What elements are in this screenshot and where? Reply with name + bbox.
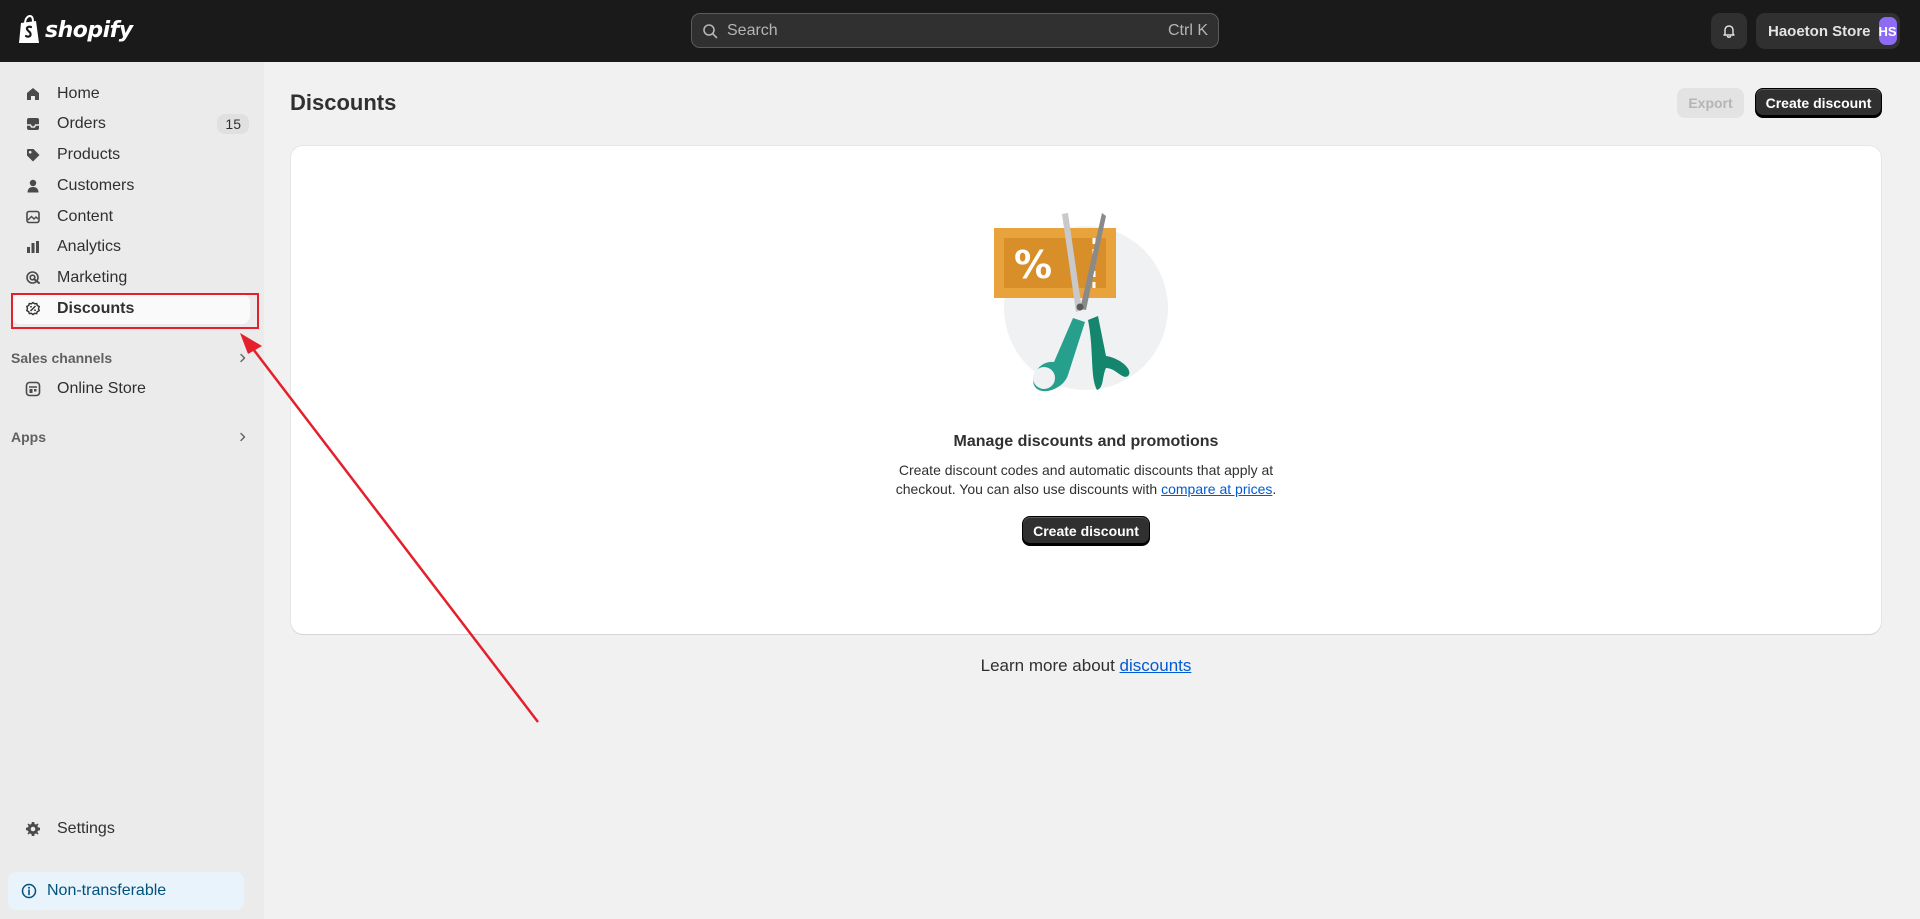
avatar: HS — [1878, 17, 1897, 45]
sidebar-item-label: Analytics — [57, 238, 122, 255]
store-menu-button[interactable]: Haoeton Store HS — [1756, 13, 1900, 49]
info-icon — [21, 883, 37, 899]
empty-state-description: Create discount codes and automatic disc… — [880, 461, 1292, 499]
sidebar-item-settings[interactable]: Settings — [12, 814, 252, 844]
target-icon — [24, 269, 42, 287]
notifications-button[interactable] — [1711, 13, 1747, 49]
shopify-logo[interactable]: shopify — [17, 15, 133, 45]
sidebar-item-customers[interactable]: Customers — [12, 171, 252, 201]
section-heading-label: Apps — [11, 429, 46, 445]
inbox-icon — [24, 115, 42, 133]
sidebar-item-label: Marketing — [57, 269, 128, 286]
gear-icon — [24, 820, 42, 838]
learn-more: Learn more about discounts — [291, 656, 1881, 676]
store-icon — [24, 380, 42, 398]
orders-count-badge: 15 — [217, 114, 249, 134]
discount-icon — [24, 300, 42, 318]
section-heading-label: Sales channels — [11, 350, 113, 366]
bell-icon — [1723, 25, 1735, 38]
sidebar-item-label: Online Store — [57, 380, 146, 397]
store-name: Haoeton Store — [1768, 22, 1871, 40]
svg-text:%: % — [1014, 243, 1052, 287]
notice-label: Non-transferable — [47, 882, 167, 899]
home-icon — [24, 85, 42, 103]
search-shortcut: Ctrl K — [1168, 21, 1208, 39]
empty-state-title: Manage discounts and promotions — [953, 433, 1219, 450]
sales-channels-heading[interactable]: Sales channels — [11, 348, 249, 368]
compare-at-prices-link[interactable]: compare at prices — [1161, 481, 1272, 497]
learn-more-text: Learn more about — [980, 656, 1120, 675]
top-bar: shopify Ctrl K Haoeton Store HS — [0, 0, 1920, 62]
sidebar-item-label: Customers — [57, 177, 135, 194]
sidebar-item-analytics[interactable]: Analytics — [12, 232, 252, 262]
search-input[interactable] — [727, 21, 1168, 40]
sidebar-item-home[interactable]: Home — [12, 79, 252, 109]
discount-scissors-illustration: % — [994, 213, 1168, 392]
search-icon — [703, 23, 718, 38]
person-icon — [24, 177, 42, 195]
chevron-right-icon — [240, 432, 246, 442]
search-bar[interactable]: Ctrl K — [691, 13, 1219, 48]
sidebar-item-label: Discounts — [57, 300, 135, 317]
sidebar-item-label: Content — [57, 208, 114, 225]
shopify-bag-icon — [19, 15, 39, 43]
sidebar: Home Orders 15 Products Customers Conten… — [0, 62, 264, 919]
sidebar-item-label: Orders — [57, 115, 106, 132]
page-title: Discounts — [290, 90, 397, 115]
sidebar-item-products[interactable]: Products — [12, 140, 252, 170]
sidebar-item-orders[interactable]: Orders 15 — [12, 109, 252, 139]
discounts-help-link[interactable]: discounts — [1120, 656, 1192, 675]
tag-icon — [24, 146, 42, 164]
sidebar-item-label: Settings — [57, 820, 115, 837]
sidebar-item-marketing[interactable]: Marketing — [12, 263, 252, 293]
bar-chart-icon — [24, 238, 42, 256]
content-icon — [24, 208, 42, 226]
chevron-right-icon — [240, 353, 246, 363]
sidebar-item-label: Products — [57, 146, 121, 163]
sidebar-item-label: Home — [57, 85, 100, 102]
sidebar-item-online-store[interactable]: Online Store — [12, 374, 252, 404]
create-discount-button[interactable]: Create discount — [1755, 88, 1882, 118]
sidebar-item-discounts[interactable]: Discounts — [12, 294, 250, 324]
brand-name: shopify — [45, 17, 133, 43]
export-button[interactable]: Export — [1677, 88, 1744, 118]
non-transferable-notice[interactable]: Non-transferable — [8, 872, 244, 910]
create-discount-empty-button[interactable]: Create discount — [1022, 516, 1150, 546]
sidebar-item-content[interactable]: Content — [12, 202, 252, 232]
apps-heading[interactable]: Apps — [11, 427, 249, 447]
description-suffix: . — [1272, 481, 1277, 497]
